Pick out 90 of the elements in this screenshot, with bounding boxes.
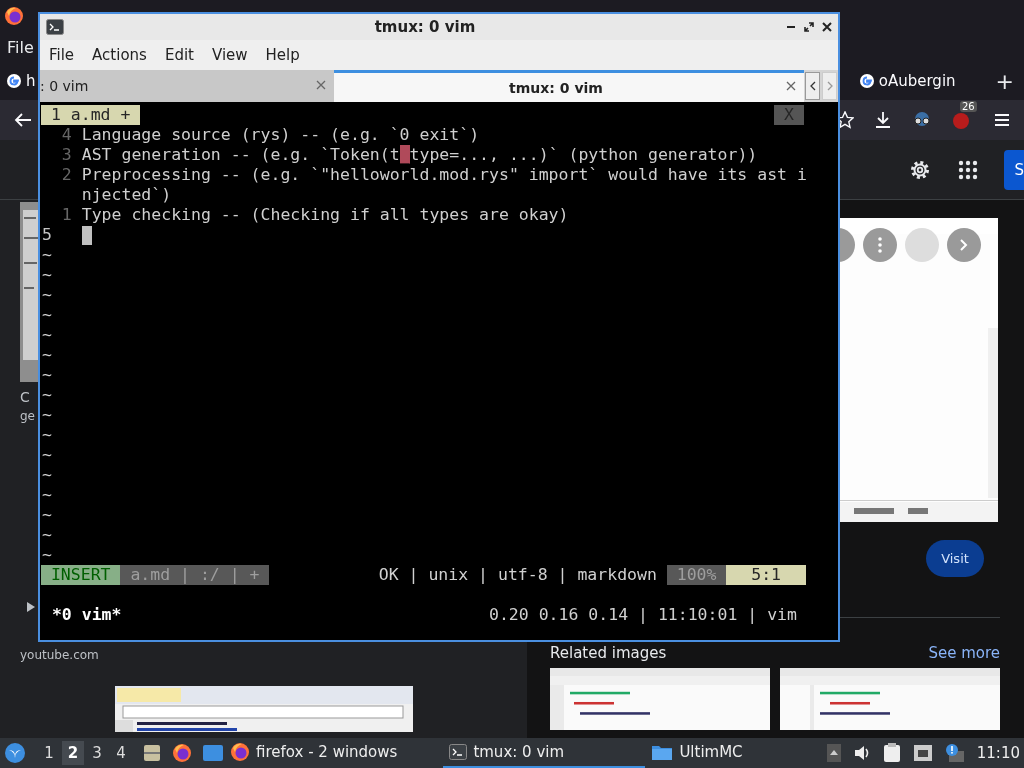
- new-tab-button[interactable]: +: [995, 68, 1014, 94]
- taskbar-task[interactable]: firefox - 2 windows: [224, 738, 404, 768]
- folder-icon: [651, 743, 674, 761]
- empty-line-marker: ~: [42, 525, 52, 545]
- taskbar-task[interactable]: tmux: 0 vim: [443, 738, 646, 768]
- empty-line-marker: ~: [42, 425, 52, 445]
- download-icon[interactable]: [874, 111, 892, 129]
- file-info: a.md | :/ | +: [120, 565, 270, 585]
- empty-line-marker: ~: [42, 325, 52, 345]
- clock: 11:10: [976, 744, 1020, 762]
- scroll-percent: 100%: [666, 565, 727, 585]
- workspace-button[interactable]: 4: [110, 741, 132, 765]
- empty-line-marker: ~: [42, 405, 52, 425]
- visit-button[interactable]: Visit: [926, 540, 984, 577]
- file-cabinet-icon[interactable]: [142, 743, 162, 763]
- close-icon[interactable]: [822, 22, 832, 32]
- empty-line-marker: ~: [42, 245, 52, 265]
- tray-expand-icon[interactable]: [826, 744, 841, 762]
- start-menu-icon[interactable]: [4, 742, 26, 764]
- line-number: 2: [60, 165, 72, 185]
- glasses-icon[interactable]: [912, 112, 932, 128]
- apps-grid-icon[interactable]: [958, 159, 978, 180]
- empty-line-marker: ~: [42, 465, 52, 485]
- empty-line-marker: ~: [42, 385, 52, 405]
- tmux-window[interactable]: *0 vim*: [51, 605, 122, 625]
- section-heading: Related images: [550, 644, 667, 662]
- more-icon: [878, 237, 882, 253]
- buffer-tab[interactable]: 1 a.md +: [41, 105, 141, 125]
- google-icon: [6, 73, 22, 89]
- menu-item[interactable]: File: [7, 37, 34, 57]
- mode-indicator: INSERT: [41, 565, 121, 585]
- cursor-position: 5:1: [726, 565, 806, 585]
- window-title: tmux: 0 vim: [373, 18, 477, 36]
- google-icon: [858, 73, 875, 89]
- browser-tab[interactable]: oAubergin: [858, 72, 956, 90]
- terminal-tab[interactable]: : 0 vim: [40, 70, 334, 102]
- line-number: 1: [60, 205, 72, 225]
- workspace-button[interactable]: 2: [62, 741, 84, 765]
- terminal-icon: [449, 744, 468, 760]
- empty-line-marker: ~: [42, 365, 52, 385]
- taskbar-task[interactable]: UltimMC: [645, 738, 749, 768]
- code-line: Type checking -- (Checking if all types are okay): [81, 205, 569, 225]
- volume-icon[interactable]: [852, 744, 871, 762]
- file-status: OK | unix | utf-8 | markdown: [377, 565, 658, 585]
- empty-line-marker: ~: [42, 265, 52, 285]
- clipboard-icon[interactable]: [882, 743, 901, 763]
- menu-item[interactable]: Actions: [83, 46, 156, 64]
- empty-line-marker: ~: [42, 285, 52, 305]
- browser-tab[interactable]: h: [6, 72, 36, 90]
- network-icon[interactable]: [912, 744, 933, 762]
- result-text: ge: [20, 408, 36, 425]
- see-more-link[interactable]: See more: [928, 644, 1000, 662]
- workspace-button[interactable]: 1: [38, 741, 60, 765]
- chevron-right-icon: [826, 81, 833, 91]
- back-icon[interactable]: [14, 112, 32, 128]
- terminal-icon: [46, 19, 64, 35]
- chevron-right-icon: [960, 239, 968, 251]
- code-line: Preprocessing -- (e.g. `"helloworld.mod.rys" import` would have its ast i: [81, 165, 807, 185]
- firefox-icon[interactable]: [230, 742, 250, 762]
- empty-line-marker: ~: [42, 545, 52, 565]
- line-number: 5: [42, 225, 53, 245]
- empty-line-marker: ~: [42, 305, 52, 325]
- window-icon[interactable]: [202, 744, 224, 762]
- menu-item[interactable]: File: [40, 46, 84, 64]
- line-number: 3: [60, 145, 72, 165]
- sign-in-button[interactable]: S: [1004, 149, 1024, 190]
- empty-line-marker: ~: [42, 445, 52, 465]
- text-cursor: [81, 225, 92, 245]
- play-icon[interactable]: [27, 602, 35, 612]
- empty-line-marker: ~: [42, 505, 52, 525]
- menu-item[interactable]: Help: [256, 46, 309, 64]
- maximize-icon[interactable]: [804, 22, 814, 32]
- source-link[interactable]: youtube.com: [20, 648, 527, 662]
- workspace-button[interactable]: 3: [86, 741, 108, 765]
- result-title[interactable]: C: [20, 388, 40, 407]
- menu-item[interactable]: Edit: [155, 46, 203, 64]
- code-line: Language source (rys) -- (e.g. `0 exit`): [81, 125, 480, 145]
- chevron-left-icon: [809, 81, 816, 91]
- code-line: njected`): [81, 185, 172, 205]
- firefox-icon[interactable]: [4, 6, 24, 26]
- menu-icon[interactable]: [994, 113, 1010, 127]
- notification-icon[interactable]: [944, 743, 965, 763]
- line-number: 4: [60, 125, 72, 145]
- menu-item[interactable]: View: [202, 46, 257, 64]
- firefox-icon[interactable]: [172, 743, 192, 763]
- notification-badge: 26: [960, 101, 977, 112]
- empty-line-marker: ~: [42, 345, 52, 365]
- empty-line-marker: ~: [42, 485, 52, 505]
- tmux-status: 0.20 0.16 0.14 | 11:10:01 | vim: [489, 605, 797, 625]
- terminal-tab[interactable]: tmux: 0 vim: [334, 70, 804, 102]
